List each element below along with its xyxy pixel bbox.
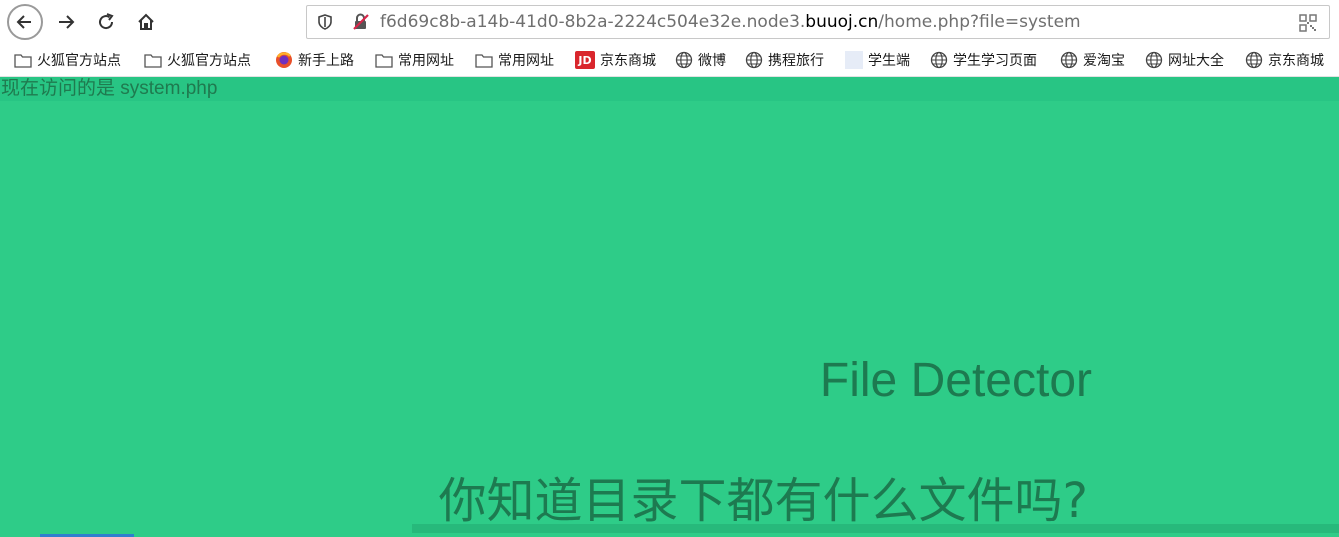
folder-icon — [375, 51, 393, 69]
bookmark-label: 火狐官方站点 — [167, 53, 251, 69]
question-text: 你知道目录下都有什么文件吗? — [438, 473, 1088, 529]
home-button[interactable] — [128, 4, 164, 40]
globe-icon — [1145, 51, 1163, 69]
bookmark-label: 京东商城 — [1268, 53, 1324, 69]
back-arrow-icon — [16, 15, 31, 29]
bookmark-label: 常用网址 — [398, 53, 454, 69]
bookmark-item[interactable]: 新手上路 — [275, 49, 354, 71]
bookmark-item[interactable]: 携程旅行 — [745, 49, 824, 71]
bookmark-label: 学生端 — [868, 53, 910, 69]
question-underline — [412, 524, 1339, 533]
shield-icon[interactable] — [317, 14, 333, 30]
browser-toolbar: f6d69c8b-a14b-41d0-8b2a-2224c504e32e.nod… — [0, 0, 1339, 44]
reload-icon — [99, 13, 114, 30]
url-domain: buuoj.cn — [805, 12, 879, 32]
firefox-icon — [275, 51, 293, 69]
bookmark-item[interactable]: JD 京东商城 — [575, 49, 656, 71]
url-path: /home.php?file=system — [878, 12, 1081, 32]
bookmark-item[interactable]: 火狐官方站点 — [14, 49, 121, 71]
url-text[interactable]: f6d69c8b-a14b-41d0-8b2a-2224c504e32e.nod… — [380, 6, 1081, 38]
forward-button[interactable] — [48, 4, 84, 40]
back-button[interactable] — [7, 4, 43, 40]
bookmark-item[interactable]: 常用网址 — [375, 49, 454, 71]
globe-icon — [1060, 51, 1078, 69]
bookmark-label: 京东商城 — [600, 53, 656, 69]
globe-icon — [675, 51, 693, 69]
reload-button[interactable] — [88, 4, 124, 40]
folder-icon — [14, 51, 32, 69]
blank-page-icon — [845, 51, 863, 69]
bookmark-item[interactable]: 京东商城 — [1245, 49, 1324, 71]
page-content: 现在访问的是 system.php File Detector 你知道目录下都有… — [0, 77, 1339, 537]
url-prefix: f6d69c8b-a14b-41d0-8b2a-2224c504e32e.nod… — [380, 12, 806, 32]
address-bar[interactable]: f6d69c8b-a14b-41d0-8b2a-2224c504e32e.nod… — [306, 5, 1330, 39]
bookmark-label: 爱淘宝 — [1083, 53, 1125, 69]
jd-icon: JD — [575, 51, 595, 69]
bookmark-item[interactable]: 常用网址 — [475, 49, 554, 71]
insecure-connection-icon[interactable] — [352, 13, 370, 31]
bookmark-label: 火狐官方站点 — [37, 53, 121, 69]
globe-icon — [1245, 51, 1263, 69]
header-strip: 现在访问的是 system.php — [0, 77, 1339, 101]
current-file-text: 现在访问的是 system.php — [1, 78, 218, 99]
bookmark-item[interactable]: 学生端 — [845, 49, 910, 71]
page-title: File Detector — [819, 354, 1092, 407]
bookmark-label: 微博 — [698, 53, 726, 69]
bookmark-item[interactable]: 爱淘宝 — [1060, 49, 1125, 71]
bookmark-item[interactable]: 火狐官方站点 — [144, 49, 251, 71]
bookmarks-bar: 火狐官方站点 火狐官方站点 新手上路 常用网址 常用网址 JD 京东商城 微博 … — [0, 44, 1339, 77]
bookmark-item[interactable]: 学生学习页面 — [930, 49, 1037, 71]
qr-code-icon[interactable] — [1299, 14, 1317, 32]
bookmark-label: 常用网址 — [498, 53, 554, 69]
bookmark-label: 携程旅行 — [768, 53, 824, 69]
bookmark-item[interactable]: 微博 — [675, 49, 726, 71]
globe-icon — [930, 51, 948, 69]
home-icon — [138, 13, 154, 30]
bookmark-label: 新手上路 — [298, 53, 354, 69]
folder-icon — [144, 51, 162, 69]
forward-arrow-icon — [59, 15, 75, 29]
bookmark-item[interactable]: 网址大全 — [1145, 49, 1224, 71]
bookmark-label: 学生学习页面 — [953, 53, 1037, 69]
folder-icon — [475, 51, 493, 69]
bookmark-label: 网址大全 — [1168, 53, 1224, 69]
globe-icon — [745, 51, 763, 69]
